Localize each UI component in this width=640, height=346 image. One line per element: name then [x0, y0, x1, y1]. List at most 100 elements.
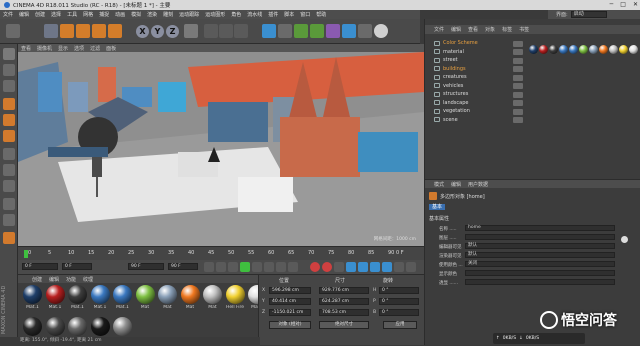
material-swatch[interactable]: Mat — [157, 285, 178, 311]
layout-dropdown[interactable]: 启动 — [570, 11, 607, 18]
layer-clear-icon[interactable] — [621, 236, 628, 243]
attribute-value-field[interactable] — [465, 234, 615, 240]
size-z-field[interactable]: 708.53 cm — [319, 309, 369, 316]
object-list-item[interactable]: vegetation — [434, 107, 512, 115]
x-axis-icon[interactable]: X — [136, 25, 149, 38]
attribute-menu-item[interactable]: 编辑 — [451, 181, 461, 188]
tweak-mode-icon[interactable] — [3, 164, 15, 176]
undo-icon[interactable] — [6, 24, 20, 38]
viewport-menu-item[interactable]: 选项 — [74, 45, 84, 52]
end-frame-field[interactable]: 90 F — [128, 263, 164, 270]
material-tag-icon[interactable] — [619, 45, 628, 54]
visibility-toggle[interactable] — [513, 49, 523, 55]
visibility-toggle[interactable] — [513, 83, 523, 89]
viewport-menu-item[interactable]: 显示 — [58, 45, 68, 52]
attribute-value-field[interactable]: 默认 — [465, 243, 615, 249]
next-key-icon[interactable] — [264, 262, 274, 272]
object-menu-item[interactable]: 对象 — [485, 26, 495, 33]
viewport-menu-item[interactable]: 摄像机 — [37, 45, 52, 52]
pos-z-field[interactable]: -1150.021 cm — [269, 309, 311, 316]
menu-item[interactable]: 运动跟踪 — [179, 11, 199, 18]
rot-h-field[interactable]: 0 ° — [379, 287, 419, 294]
render-settings-icon[interactable] — [234, 24, 248, 38]
material-tag-icon[interactable] — [559, 45, 568, 54]
material-swatch[interactable]: Mat.1 — [22, 285, 43, 311]
size-mode-dropdown[interactable]: 绝对尺寸 — [319, 321, 369, 329]
viewport-menu-item[interactable]: 查看 — [21, 45, 31, 52]
coordinate-mode-dropdown[interactable]: 对象 (相对) — [269, 321, 311, 329]
menu-item[interactable]: 渲染 — [147, 11, 157, 18]
material-swatch[interactable]: Mat.1 — [67, 285, 88, 311]
material-menu-item[interactable]: 功能 — [66, 276, 76, 283]
recent-tool-icon[interactable] — [108, 24, 122, 38]
material-swatch[interactable]: Mat — [135, 285, 156, 311]
texture-mode-icon[interactable] — [3, 80, 15, 92]
timeline-ruler[interactable]: 0 5 10 15 20 25 30 35 40 45 50 55 60 65 70 75 80 85 90 0 F — [18, 246, 424, 260]
next-frame-icon[interactable] — [252, 262, 262, 272]
attribute-value-field[interactable]: 默认 — [465, 252, 615, 258]
material-swatch[interactable]: Mat.1 — [45, 285, 66, 311]
material-tag-icon[interactable] — [529, 45, 538, 54]
attribute-value-field[interactable]: 关闭 — [465, 261, 615, 267]
visibility-toggle[interactable] — [513, 117, 523, 123]
attribute-value-field[interactable] — [465, 270, 615, 276]
array-icon[interactable] — [310, 24, 324, 38]
material-menu-item[interactable]: 编辑 — [49, 276, 59, 283]
preview-end-field[interactable]: 90 F — [168, 263, 198, 270]
material-tag-icon[interactable] — [589, 45, 598, 54]
previous-key-icon[interactable] — [216, 262, 226, 272]
3d-viewport[interactable]: 查看 摄像机 显示 选项 过滤 面板 网格间距：1000 cm — [18, 44, 424, 246]
go-to-end-icon[interactable] — [276, 262, 286, 272]
make-editable-icon[interactable] — [3, 48, 15, 60]
material-tag-icon[interactable] — [539, 45, 548, 54]
object-menu-item[interactable]: 书签 — [519, 26, 529, 33]
minimize-icon[interactable]: ─ — [610, 1, 614, 8]
menu-item[interactable]: 脚本 — [284, 11, 294, 18]
pos-y-field[interactable]: 40.414 cm — [269, 298, 311, 305]
material-menu-item[interactable]: 纹理 — [83, 276, 93, 283]
material-tag-icon[interactable] — [579, 45, 588, 54]
autokey-icon[interactable] — [322, 262, 332, 272]
deformer-icon[interactable] — [326, 24, 340, 38]
menu-item[interactable]: 模拟 — [131, 11, 141, 18]
apply-button[interactable]: 应用 — [383, 321, 417, 329]
object-list-item[interactable]: scene — [434, 116, 512, 124]
material-tag-icon[interactable] — [629, 45, 638, 54]
object-menu-item[interactable]: 查看 — [468, 26, 478, 33]
material-tag-icon[interactable] — [569, 45, 578, 54]
visibility-toggle[interactable] — [513, 91, 523, 98]
lock-icon[interactable] — [3, 214, 15, 226]
axis-mode-icon[interactable] — [3, 148, 15, 160]
viewport-menu-item[interactable]: 过滤 — [90, 45, 100, 52]
attribute-menu-item[interactable]: 用户数据 — [468, 181, 488, 188]
menu-item[interactable]: 动画 — [115, 11, 125, 18]
menu-item[interactable]: 窗口 — [300, 11, 310, 18]
visibility-toggle[interactable] — [513, 40, 523, 47]
render-picture-viewer-icon[interactable] — [219, 24, 233, 38]
render-view-icon[interactable] — [204, 24, 218, 38]
menu-item[interactable]: 选择 — [51, 11, 61, 18]
pos-x-field[interactable]: 596.298 cm — [269, 287, 311, 294]
position-key-icon[interactable] — [346, 262, 356, 272]
attribute-value-field[interactable]: home — [465, 225, 615, 231]
model-mode-icon[interactable] — [3, 64, 15, 76]
object-menu-item[interactable]: 文件 — [434, 26, 444, 33]
menu-item[interactable]: 雕刻 — [163, 11, 173, 18]
visibility-toggle[interactable] — [513, 74, 523, 81]
menu-item[interactable]: 网格 — [83, 11, 93, 18]
menu-item[interactable]: 编辑 — [19, 11, 29, 18]
solo-icon[interactable] — [3, 232, 15, 244]
visibility-toggle[interactable] — [513, 57, 523, 64]
rot-b-field[interactable]: 0 ° — [379, 309, 419, 316]
object-list-item[interactable]: Color Scheme — [434, 39, 512, 47]
tab-basic[interactable]: 基本 — [429, 204, 446, 210]
menu-item[interactable]: 工具 — [67, 11, 77, 18]
timeline-window-icon[interactable] — [406, 262, 416, 272]
points-mode-icon[interactable] — [3, 98, 15, 110]
rot-p-field[interactable]: 0 ° — [379, 298, 419, 305]
camera-icon[interactable] — [358, 24, 372, 38]
material-tag-icon[interactable] — [599, 45, 608, 54]
menu-item[interactable]: 捕捉 — [99, 11, 109, 18]
material-swatch[interactable]: Mat.1 — [90, 285, 111, 311]
rotation-key-icon[interactable] — [370, 262, 380, 272]
